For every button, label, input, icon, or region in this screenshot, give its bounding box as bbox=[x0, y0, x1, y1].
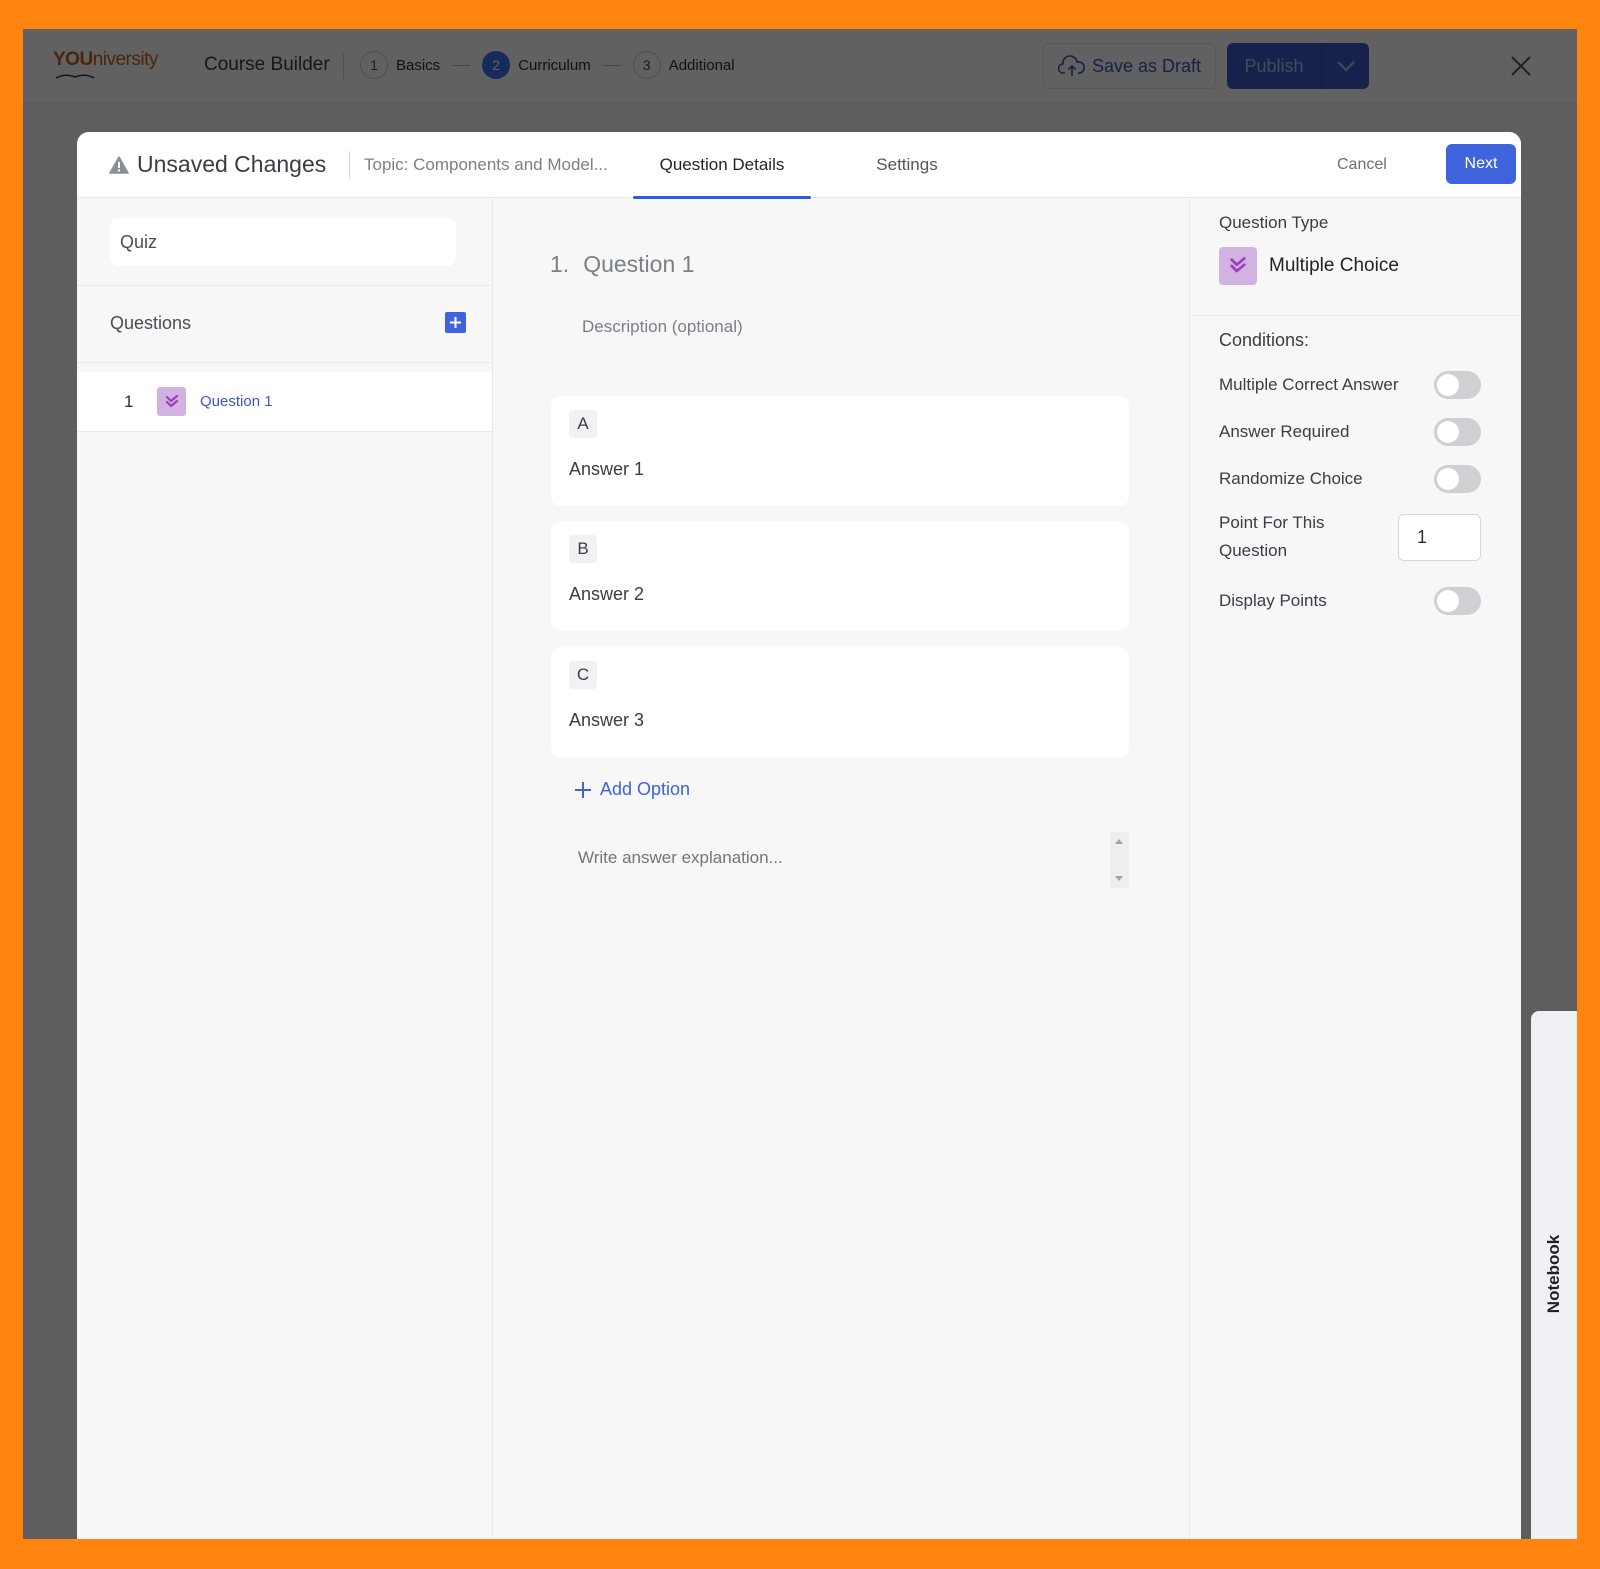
scroll-up-arrow-icon[interactable] bbox=[1115, 839, 1123, 844]
notebook-label: Notebook bbox=[1544, 1234, 1563, 1314]
condition-label: Multiple Correct Answer bbox=[1219, 375, 1399, 394]
toggle-knob bbox=[1437, 374, 1459, 396]
question-editor: 1. Question 1 Description (optional) A A… bbox=[494, 199, 1190, 1539]
answer-explanation-input[interactable] bbox=[564, 832, 1129, 888]
question-list-item[interactable]: 1 Question 1 bbox=[77, 372, 492, 432]
questions-heading: Questions bbox=[110, 313, 192, 333]
answer-option[interactable]: C Answer 3 bbox=[551, 647, 1129, 757]
next-button[interactable]: Next bbox=[1446, 144, 1516, 184]
cancel-button[interactable]: Cancel bbox=[1337, 156, 1387, 174]
add-option-button[interactable]: Add Option bbox=[574, 779, 690, 800]
answer-option[interactable]: B Answer 2 bbox=[551, 521, 1129, 631]
question-title-link: Question 1 bbox=[200, 393, 273, 410]
divider bbox=[77, 362, 492, 363]
option-text[interactable]: Answer 2 bbox=[569, 584, 644, 605]
unsaved-changes-text: Unsaved Changes bbox=[137, 151, 327, 177]
points-label: Point For This Question bbox=[1219, 513, 1325, 560]
condition-answer-required: Answer Required bbox=[1219, 418, 1481, 446]
divider bbox=[77, 285, 492, 286]
multiple-choice-icon bbox=[157, 387, 186, 416]
divider bbox=[349, 151, 350, 179]
question-type-label: Question Type bbox=[1219, 213, 1329, 232]
condition-points: Point For This Question bbox=[1219, 509, 1481, 565]
plus-icon bbox=[450, 317, 461, 328]
condition-label: Display Points bbox=[1219, 591, 1327, 610]
condition-label: Randomize Choice bbox=[1219, 469, 1363, 488]
notebook-tab[interactable]: Notebook bbox=[1531, 1011, 1577, 1539]
question-type-selector[interactable]: Multiple Choice bbox=[1219, 247, 1399, 285]
display-points-toggle[interactable] bbox=[1434, 587, 1481, 615]
toggle-knob bbox=[1437, 468, 1459, 490]
question-title-field[interactable]: Question 1 bbox=[583, 251, 694, 278]
unsaved-changes-status: Unsaved Changes bbox=[109, 151, 326, 178]
option-letter-badge: C bbox=[569, 661, 597, 689]
warning-icon bbox=[109, 155, 129, 174]
questions-sidebar: Questions 1 Question 1 bbox=[77, 199, 493, 1539]
option-text[interactable]: Answer 1 bbox=[569, 459, 644, 480]
app-window: YOUniversity Course Builder 1 Basics 2 C… bbox=[23, 29, 1577, 1539]
condition-randomize-choice: Randomize Choice bbox=[1219, 465, 1481, 493]
answer-required-toggle[interactable] bbox=[1434, 418, 1481, 446]
multiple-correct-answer-toggle[interactable] bbox=[1434, 371, 1481, 399]
scroll-down-arrow-icon[interactable] bbox=[1115, 876, 1123, 881]
question-settings-panel: Question Type Multiple Choice Conditions… bbox=[1191, 199, 1521, 1539]
add-question-button[interactable] bbox=[445, 312, 466, 333]
option-letter-badge: B bbox=[569, 535, 597, 563]
plus-icon bbox=[575, 781, 591, 798]
quiz-title-input[interactable] bbox=[110, 218, 456, 266]
question-number: 1 bbox=[124, 391, 134, 411]
option-letter-badge: A bbox=[569, 410, 597, 438]
modal-header: Unsaved Changes Topic: Components and Mo… bbox=[77, 132, 1521, 199]
question-heading[interactable]: 1. Question 1 bbox=[550, 251, 694, 278]
condition-display-points: Display Points bbox=[1219, 587, 1481, 615]
add-option-label: Add Option bbox=[600, 779, 691, 799]
topic-breadcrumb: Topic: Components and Model... bbox=[364, 155, 608, 174]
randomize-choice-toggle[interactable] bbox=[1434, 465, 1481, 493]
condition-multiple-correct-answer: Multiple Correct Answer bbox=[1219, 371, 1481, 399]
question-type-value: Multiple Choice bbox=[1269, 255, 1399, 276]
condition-label: Answer Required bbox=[1219, 422, 1350, 441]
option-text[interactable]: Answer 3 bbox=[569, 710, 644, 731]
conditions-heading: Conditions: bbox=[1219, 330, 1310, 350]
question-number: 1. bbox=[550, 251, 570, 277]
toggle-knob bbox=[1437, 421, 1459, 443]
toggle-knob bbox=[1437, 590, 1459, 612]
description-field[interactable]: Description (optional) bbox=[582, 317, 743, 337]
tab-question-details[interactable]: Question Details bbox=[633, 132, 811, 199]
points-input[interactable] bbox=[1398, 513, 1481, 561]
divider bbox=[1191, 315, 1521, 316]
answer-option[interactable]: A Answer 1 bbox=[551, 396, 1129, 506]
explanation-scrollbar[interactable] bbox=[1110, 832, 1129, 888]
question-editor-modal: Unsaved Changes Topic: Components and Mo… bbox=[77, 132, 1521, 1539]
tab-settings[interactable]: Settings bbox=[857, 132, 957, 198]
multiple-choice-icon bbox=[1219, 247, 1257, 285]
